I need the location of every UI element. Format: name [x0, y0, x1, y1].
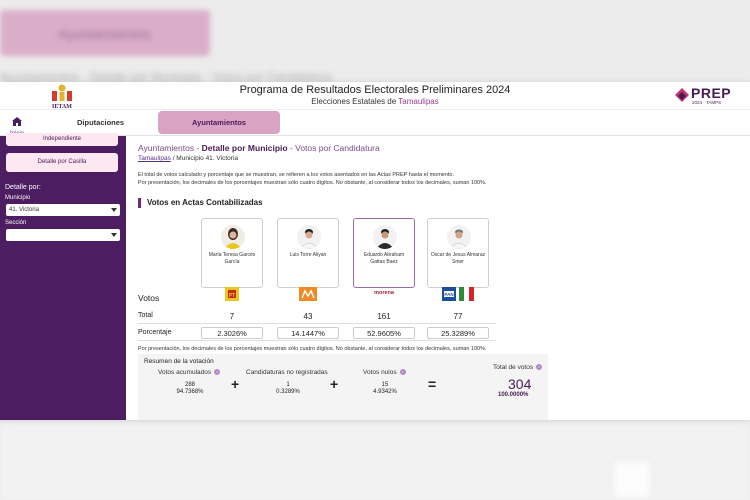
total-value: 304: [508, 376, 532, 392]
divider: [138, 340, 496, 341]
candidate-photo-icon: [447, 225, 471, 249]
info-icon[interactable]: i: [214, 369, 221, 376]
page-title: Programa de Resultados Electorales Preli…: [239, 84, 511, 96]
row-label-votos: Votos: [138, 293, 160, 303]
pt-logo-icon: PT: [225, 287, 239, 301]
tab-diputaciones[interactable]: Diputaciones: [77, 118, 124, 127]
plus-sign: +: [231, 376, 240, 392]
total-pct: 100.0000%: [498, 392, 529, 398]
candidate-photo-icon: [221, 225, 245, 249]
summary-title: Resumen de la votación: [144, 358, 214, 365]
tab-ayuntamientos[interactable]: Ayuntamientos: [158, 111, 280, 134]
candidate-card: María Teresa Garcés García: [201, 218, 263, 288]
note-3: Por presentación, los decimales de los p…: [138, 346, 487, 352]
no-registradas-value: 1: [286, 382, 290, 388]
vote-summary: Resumen de la votación Votos acumulados i…: [138, 354, 548, 420]
candidate-total: 77: [453, 312, 463, 321]
candidate-card-winner: Eduardo Abraham Gattas Baez: [353, 218, 415, 288]
candidate-name: Eduardo Abraham Gattas Baez: [363, 252, 405, 265]
total-label: Total de votos i: [493, 364, 543, 371]
candidate-total: 7: [229, 312, 235, 321]
row-label-total: Total: [138, 312, 153, 319]
candidate-card: Oscar de Jesus Almaraz Smer: [427, 218, 489, 288]
row-label-porcentaje: Porcentaje: [138, 329, 172, 336]
equals-sign: =: [428, 376, 437, 392]
blurred-tab-label: Ayuntamientos: [58, 26, 151, 42]
acumulados-label: Votos acumulados i: [158, 369, 221, 376]
candidate-total: 161: [377, 312, 391, 321]
home-icon: [12, 117, 22, 126]
no-registradas-label: Candidaturas no registradas: [246, 369, 328, 376]
candidate-pct: 52.9605%: [367, 329, 401, 338]
blurred-box: [612, 460, 652, 500]
pan-pri-logo-icon: PAN: [442, 287, 474, 301]
nulos-label: Votos nulos i: [363, 369, 406, 376]
municipio-label: Municipio: [5, 195, 31, 201]
chevron-down-icon: [111, 208, 117, 212]
main-content: Ayuntamientos - Detalle por Municipio - …: [126, 136, 750, 420]
header: IETAM Programa de Resultados Electorales…: [0, 82, 750, 110]
svg-text:PAN: PAN: [444, 292, 453, 297]
candidate-pct: 25.3289%: [441, 329, 475, 338]
nulos-pct: 4.9342%: [373, 389, 397, 395]
seccion-label: Sección: [5, 220, 27, 226]
breadcrumb: Ayuntamientos - Detalle por Municipio - …: [138, 143, 380, 153]
municipio-select[interactable]: 41. Victoria: [6, 204, 120, 216]
page-subtitle: Elecciones Estatales de Tamaulipas: [311, 97, 439, 106]
nulos-value: 15: [381, 382, 389, 388]
candidate-name: Luis Torre Aliyan: [289, 252, 327, 258]
morena-logo-icon: morena: [374, 290, 394, 296]
candidate-name: María Teresa Garcés García: [208, 252, 256, 265]
prep-mark-icon: [675, 88, 689, 102]
prep-window: IETAM Programa de Resultados Electorales…: [0, 82, 750, 420]
candidate-total: 43: [303, 312, 313, 321]
info-icon[interactable]: i: [536, 364, 543, 371]
info-icon[interactable]: i: [399, 369, 406, 376]
detalle-label: Detalle por:: [5, 184, 41, 191]
independiente-button[interactable]: Independiente: [6, 133, 118, 146]
tamaulipas-link[interactable]: Tamaulipas: [138, 155, 171, 162]
plus-sign: +: [330, 376, 339, 392]
chevron-down-icon: [111, 233, 117, 237]
svg-text:PT: PT: [229, 293, 235, 299]
note-2: Por presentación, los decimales de los p…: [138, 180, 487, 186]
acumulados-value: 288: [184, 382, 195, 388]
candidate-photo-icon: [297, 225, 321, 249]
candidate-photo-icon: [373, 225, 397, 249]
candidate-card: Luis Torre Aliyan: [277, 218, 339, 288]
mc-logo-icon: [299, 287, 317, 301]
note-1: El total de votos calculado y porcentaje…: [138, 172, 455, 178]
divider: [138, 323, 496, 324]
location-breadcrumb: Tamaulipas / Municipio 41. Victoria: [138, 155, 238, 162]
no-registradas-pct: 0.3289%: [276, 389, 300, 395]
prep-logo: PREP 2024 · TAMPS: [674, 85, 734, 109]
acumulados-pct: 94.7368%: [176, 389, 204, 395]
detalle-casilla-button[interactable]: Detalle por Casilla: [6, 153, 118, 172]
candidate-pct: 14.1447%: [291, 329, 325, 338]
candidate-name: Oscar de Jesus Almaraz Smer: [430, 252, 486, 265]
seccion-select[interactable]: [6, 229, 120, 241]
section-title: Votos en Actas Contabilizadas: [138, 198, 263, 208]
candidate-pct: 2.3026%: [217, 329, 247, 338]
sidebar: Independiente Detalle por Casilla Detall…: [0, 133, 126, 420]
